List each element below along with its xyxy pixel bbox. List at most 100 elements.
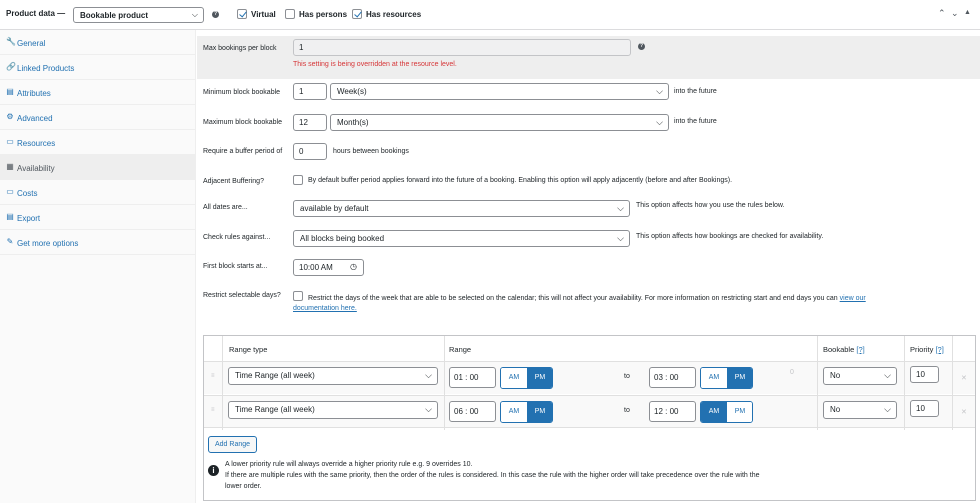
first-block-time-input[interactable]: 10:00 AM ◷: [293, 259, 364, 276]
wrench-icon: 🔧: [6, 37, 16, 46]
remove-row-icon[interactable]: ✕: [961, 408, 967, 416]
am-option[interactable]: AM: [501, 368, 527, 388]
pm-option[interactable]: PM: [727, 402, 752, 422]
pm-option[interactable]: PM: [527, 402, 552, 422]
priority-note-line-3: lower order.: [225, 483, 262, 490]
priority-input[interactable]: 10: [910, 400, 939, 417]
min-block-label: Minimum block bookable: [203, 89, 281, 96]
range-type-header: Range type: [229, 345, 268, 354]
bookable-select[interactable]: No ⌵: [823, 367, 897, 385]
chevron-down-icon: ⌵: [425, 404, 432, 414]
min-block-input[interactable]: 1: [293, 83, 327, 100]
remove-row-icon[interactable]: ✕: [961, 374, 967, 382]
sidebar-item-label: Advanced: [17, 114, 53, 123]
sidebar-item-attributes[interactable]: ▤ Attributes: [0, 80, 196, 105]
range-header: Range: [449, 345, 472, 354]
clock-icon: ◷: [350, 262, 357, 271]
resources-icon: ▭: [6, 137, 14, 146]
sidebar-item-availability[interactable]: ▦ Availability: [0, 155, 196, 180]
sidebar-item-export[interactable]: ▤ Export: [0, 205, 196, 230]
export-icon: ▤: [6, 212, 14, 221]
from-time-input[interactable]: 06 : 00: [449, 401, 496, 422]
max-block-input[interactable]: 12: [293, 114, 327, 131]
min-block-unit-select[interactable]: Week(s) ⌵: [330, 83, 669, 100]
check-rules-label: Check rules against...: [203, 234, 271, 241]
from-hour: 06: [454, 407, 463, 416]
sidebar-item-get-more-options[interactable]: ✎ Get more options: [0, 230, 196, 255]
priority-note-line-1: A lower priority rule will always overri…: [225, 461, 473, 468]
from-ampm-toggle[interactable]: AM PM: [500, 401, 553, 423]
priority-help-link[interactable]: [?]: [935, 345, 943, 354]
max-bookings-value: 1: [299, 43, 304, 52]
chevron-down-icon: ⌵: [617, 233, 624, 243]
documentation-link[interactable]: view our: [840, 295, 866, 302]
to-time-input[interactable]: 12 : 00: [649, 401, 696, 422]
min-block-value: 1: [299, 87, 304, 96]
info-icon: i: [208, 465, 219, 476]
sidebar-item-general[interactable]: 🔧 General: [0, 30, 196, 55]
column-divider: [444, 336, 445, 430]
help-icon[interactable]: ?: [638, 43, 645, 50]
min-block-unit-value: Week(s): [337, 87, 367, 96]
pm-option[interactable]: PM: [727, 368, 752, 388]
am-option[interactable]: AM: [701, 402, 727, 422]
collapse-icon[interactable]: ▲: [964, 9, 971, 16]
move-up-icon[interactable]: ⌃: [938, 8, 946, 19]
sidebar-item-advanced[interactable]: ⚙ Advanced: [0, 105, 196, 130]
has-resources-checkbox[interactable]: [352, 9, 362, 19]
buffer-input[interactable]: 0: [293, 143, 327, 160]
column-divider: [817, 336, 818, 430]
priority-header: Priority [?]: [910, 345, 944, 354]
adjacent-buffering-checkbox[interactable]: [293, 175, 303, 185]
am-option[interactable]: AM: [501, 402, 527, 422]
pm-option[interactable]: PM: [527, 368, 552, 388]
product-type-value: Bookable product: [80, 11, 149, 20]
adjacent-buffering-text: By default buffer period applies forward…: [308, 177, 733, 184]
calendar-icon: ▦: [6, 162, 14, 171]
move-down-icon[interactable]: ⌄: [951, 8, 959, 19]
drag-handle-icon[interactable]: ≡: [211, 373, 215, 379]
first-block-label: First block starts at...: [203, 263, 268, 270]
restrict-days-label: Restrict selectable days?: [203, 292, 281, 299]
to-ampm-toggle[interactable]: AM PM: [700, 401, 753, 423]
restrict-days-checkbox[interactable]: [293, 291, 303, 301]
range-type-select[interactable]: Time Range (all week) ⌵: [228, 401, 438, 419]
gear-icon: ⚙: [6, 112, 14, 121]
sidebar-item-costs[interactable]: ▭ Costs: [0, 180, 196, 205]
chevron-down-icon: ⌵: [884, 404, 891, 414]
priority-input[interactable]: 10: [910, 366, 939, 383]
product-type-select[interactable]: Bookable product ⌵: [73, 7, 204, 23]
sidebar-item-linked-products[interactable]: 🔗 Linked Products: [0, 55, 196, 80]
to-hour: 12: [654, 407, 663, 416]
to-time-input[interactable]: 03 : 00: [649, 367, 696, 388]
max-block-value: 12: [299, 118, 308, 127]
override-notice: This setting is being overridden at the …: [293, 61, 457, 68]
to-label: to: [624, 373, 630, 380]
from-ampm-toggle[interactable]: AM PM: [500, 367, 553, 389]
virtual-checkbox[interactable]: [237, 9, 247, 19]
am-option[interactable]: AM: [701, 368, 727, 388]
bookable-help-link[interactable]: [?]: [856, 345, 864, 354]
priority-value: 10: [916, 404, 925, 413]
column-divider: [904, 336, 905, 430]
to-hour: 03: [654, 373, 663, 382]
chevron-down-icon: ⌵: [425, 370, 432, 380]
range-type-value: Time Range (all week): [235, 371, 315, 380]
drag-handle-icon[interactable]: ≡: [211, 407, 215, 413]
check-rules-help: This option affects how bookings are che…: [636, 233, 824, 240]
from-time-input[interactable]: 01 : 00: [449, 367, 496, 388]
to-ampm-toggle[interactable]: AM PM: [700, 367, 753, 389]
bookable-select[interactable]: No ⌵: [823, 401, 897, 419]
check-rules-select[interactable]: All blocks being booked ⌵: [293, 230, 630, 247]
sidebar-item-label: Resources: [17, 139, 56, 148]
documentation-link-continued[interactable]: documentation here.: [293, 305, 357, 312]
max-block-unit-value: Month(s): [337, 118, 369, 127]
help-icon[interactable]: ?: [212, 11, 219, 18]
chevron-down-icon: ⌵: [656, 86, 663, 96]
all-dates-select[interactable]: available by default ⌵: [293, 200, 630, 217]
has-persons-checkbox[interactable]: [285, 9, 295, 19]
max-block-unit-select[interactable]: Month(s) ⌵: [330, 114, 669, 131]
range-type-select[interactable]: Time Range (all week) ⌵: [228, 367, 438, 385]
add-range-button[interactable]: Add Range: [208, 436, 258, 453]
sidebar-item-resources[interactable]: ▭ Resources: [0, 130, 196, 155]
